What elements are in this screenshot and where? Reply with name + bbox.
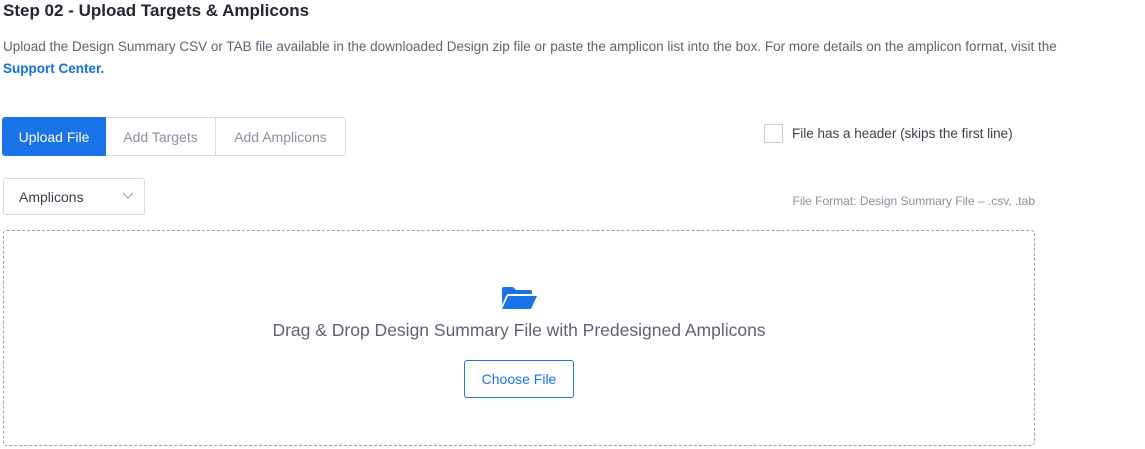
upload-step-panel: Step 02 - Upload Targets & Amplicons Upl… xyxy=(0,0,1145,449)
file-type-selected-value: Amplicons xyxy=(19,188,84,205)
folder-open-icon xyxy=(502,287,537,309)
header-checkbox-row[interactable]: File has a header (skips the first line) xyxy=(764,124,1013,143)
tab-upload-file[interactable]: Upload File xyxy=(2,117,106,156)
upload-mode-tabs: Upload File Add Targets Add Amplicons xyxy=(2,117,346,156)
choose-file-button[interactable]: Choose File xyxy=(464,360,574,398)
step-title: Step 02 - Upload Targets & Amplicons xyxy=(3,1,310,20)
step-description: Upload the Design Summary CSV or TAB fil… xyxy=(3,36,1145,80)
header-checkbox-label: File has a header (skips the first line) xyxy=(792,126,1013,141)
tab-add-amplicons[interactable]: Add Amplicons xyxy=(216,117,346,156)
support-center-link[interactable]: Support Center. xyxy=(3,61,104,76)
tab-add-targets[interactable]: Add Targets xyxy=(106,117,216,156)
dropzone-instructions: Drag & Drop Design Summary File with Pre… xyxy=(272,320,766,340)
chevron-down-icon xyxy=(122,192,134,200)
description-text: Upload the Design Summary CSV or TAB fil… xyxy=(3,39,1057,54)
file-dropzone[interactable]: Drag & Drop Design Summary File with Pre… xyxy=(3,230,1035,446)
file-format-note: File Format: Design Summary File – .csv,… xyxy=(792,194,1035,208)
file-type-select[interactable]: Amplicons xyxy=(3,178,145,215)
header-checkbox[interactable] xyxy=(764,124,783,143)
